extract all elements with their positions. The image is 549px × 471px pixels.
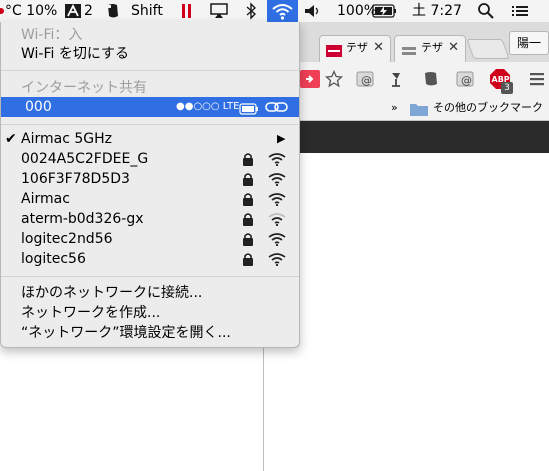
network-item[interactable]: logitec2nd56	[1, 229, 299, 249]
wifi-signal-icon	[268, 153, 286, 166]
profile-button[interactable]: 陽一	[509, 31, 549, 55]
create-network-item[interactable]: ネットワークを作成...	[1, 303, 299, 323]
speaker-icon[interactable]	[303, 0, 323, 22]
page-favicon-icon	[401, 42, 417, 55]
lock-icon	[243, 253, 253, 266]
mail-extension-2-icon[interactable]: @	[456, 70, 474, 88]
lock-icon	[243, 193, 253, 206]
wifi-signal-weak-icon	[268, 213, 286, 226]
lock-icon	[243, 233, 253, 246]
bookmarks-overflow-chevron[interactable]: »	[391, 96, 398, 120]
network-item[interactable]: logitec56	[1, 249, 299, 269]
lamp-extension-icon[interactable]	[388, 70, 406, 88]
hotspot-item-selected[interactable]: 000 ●●○○○ LTE	[1, 97, 299, 117]
adobe-icon[interactable]	[64, 0, 82, 22]
tab-2[interactable]: テザ ✕	[394, 35, 466, 62]
hotspot-name: 000	[25, 99, 52, 115]
svg-text:@: @	[461, 74, 472, 87]
bookmarks-other-folder[interactable]: その他のブックマーク	[433, 96, 543, 120]
wifi-signal-icon	[268, 253, 286, 266]
chrome-menu-icon[interactable]	[528, 70, 546, 88]
personal-hotspot-link-icon	[265, 100, 289, 114]
checkmark-icon: ✔	[5, 131, 17, 147]
hotspot-signal-lte: ●●○○○ LTE	[176, 101, 240, 112]
wifi-icon	[272, 4, 293, 20]
menu-separator	[1, 276, 299, 277]
lock-icon	[243, 153, 253, 166]
join-other-network-item[interactable]: ほかのネットワークに接続...	[1, 283, 299, 303]
tab-1[interactable]: テザ ✕	[319, 35, 391, 62]
evernote-icon[interactable]	[104, 0, 122, 22]
submenu-arrow-icon: ▶	[277, 132, 286, 145]
tab-strip: テザ ✕ テザ ✕ 陽一	[264, 22, 549, 62]
current-network-item[interactable]: ✔ Airmac 5GHz ▶	[1, 129, 299, 149]
adblock-badge: 3	[501, 82, 513, 94]
battery-charging-icon[interactable]	[372, 0, 398, 22]
evernote-extension-icon[interactable]	[422, 70, 440, 88]
menu-bar: °C 10% 2 Shift 100% 土 7:27	[0, 0, 549, 23]
browser-window: テザ ✕ テザ ✕ 陽一 @ @ ABP 3 » その他のブックマーク	[263, 22, 549, 471]
tab-2-close-icon[interactable]: ✕	[448, 36, 459, 60]
network-item[interactable]: aterm-b0d326-gx	[1, 209, 299, 229]
airplay-icon[interactable]	[209, 0, 229, 22]
internet-sharing-header: インターネット共有	[21, 80, 147, 96]
bookmarks-bar: » その他のブックマーク	[264, 96, 549, 121]
menu-separator	[1, 70, 299, 71]
docomo-favicon-icon	[326, 42, 342, 57]
mail-extension-icon[interactable]: @	[356, 70, 374, 88]
folder-icon	[410, 101, 428, 116]
temperature-status[interactable]: °C 10%	[5, 0, 57, 22]
wifi-menu-extra[interactable]	[267, 0, 298, 22]
tab-1-close-icon[interactable]: ✕	[373, 36, 384, 60]
menu-separator	[1, 124, 299, 125]
lock-icon	[243, 213, 253, 226]
wifi-signal-icon	[268, 173, 286, 186]
window-background	[0, 348, 263, 471]
pocket-extension-icon[interactable]	[300, 70, 320, 88]
open-network-preferences-item[interactable]: “ネットワーク”環境設定を開く...	[1, 323, 299, 343]
network-item[interactable]: 0024A5C2FDEE_G	[1, 149, 299, 169]
shift-indicator[interactable]: Shift	[131, 0, 163, 22]
notification-center-icon[interactable]	[510, 0, 530, 22]
new-tab-button[interactable]	[466, 39, 510, 59]
tab-2-title: テザ	[421, 41, 443, 54]
clock[interactable]: 土 7:27	[412, 0, 462, 22]
lock-icon	[243, 173, 253, 186]
page-header-bar	[264, 121, 549, 153]
adobe-badge-count: 2	[84, 3, 93, 19]
bookmark-star-icon[interactable]	[324, 69, 344, 88]
wifi-signal-icon	[268, 193, 286, 206]
browser-toolbar: @ @ ABP 3	[264, 62, 549, 96]
network-item[interactable]: Airmac	[1, 189, 299, 209]
network-item[interactable]: 106F3F78D5D3	[1, 169, 299, 189]
wifi-status: Wi-Fi：入	[21, 27, 83, 43]
bluetooth-icon[interactable]	[244, 0, 258, 22]
spotlight-search-icon[interactable]	[477, 0, 495, 22]
pause-icon[interactable]	[180, 0, 194, 22]
tab-1-title: テザ	[346, 41, 368, 54]
wifi-signal-icon	[268, 233, 286, 246]
hotspot-battery-icon	[239, 101, 259, 115]
svg-text:@: @	[361, 74, 372, 87]
wifi-dropdown-menu: Wi-Fi：入 Wi-Fi を切にする インターネット共有 000 ●●○○○ …	[0, 22, 300, 348]
wifi-toggle-item[interactable]: Wi-Fi を切にする	[1, 44, 299, 64]
